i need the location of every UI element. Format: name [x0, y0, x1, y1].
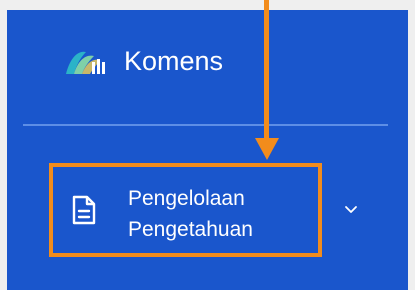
chevron-down-icon[interactable]: [340, 203, 362, 217]
screenshot-frame: Komens Pengelolaan Pengetahuan: [0, 0, 415, 290]
document-icon: [71, 195, 97, 225]
sidebar-divider: [23, 124, 388, 126]
annotation-arrow: [253, 0, 281, 164]
app-name: Komens: [124, 45, 224, 76]
sidebar-item-label: Pengelolaan Pengetahuan: [128, 183, 298, 245]
komens-logo-icon: [64, 44, 110, 78]
sidebar-item-label-line2: Pengetahuan: [128, 218, 253, 241]
sidebar-item-label-line1: Pengelolaan: [128, 187, 245, 210]
sidebar-item-pengelolaan-pengetahuan[interactable]: Pengelolaan Pengetahuan: [49, 163, 322, 257]
brand[interactable]: Komens: [64, 36, 223, 86]
